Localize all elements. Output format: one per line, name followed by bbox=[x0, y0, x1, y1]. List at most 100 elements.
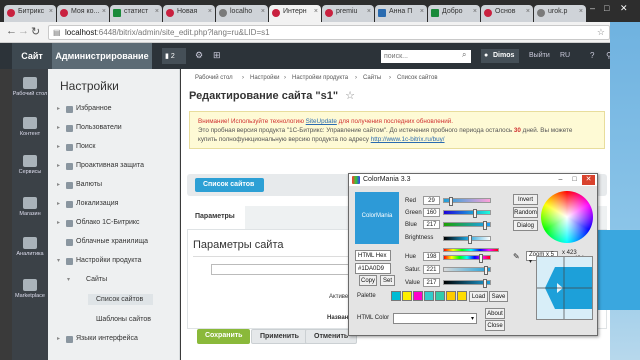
window-close-icon[interactable]: ✕ bbox=[620, 3, 628, 14]
settings-menu-item[interactable]: ▸ Облако 1С-Битрикс bbox=[57, 219, 140, 227]
tab-close-icon[interactable]: × bbox=[579, 8, 583, 15]
bookmark-star-icon[interactable]: ☆ bbox=[597, 27, 605, 38]
expand-arrow-icon[interactable]: ▾ bbox=[57, 257, 60, 264]
breadcrumb-item[interactable]: Настройки bbox=[250, 75, 279, 81]
admin-search-input[interactable] bbox=[381, 50, 471, 63]
hex-input[interactable]: #1DA0D9 bbox=[355, 263, 391, 274]
main-menu-item[interactable]: Сервисы bbox=[12, 155, 48, 175]
palette-swatch[interactable] bbox=[424, 291, 434, 301]
settings-menu-item[interactable]: Список сайтов bbox=[88, 294, 154, 305]
palette-swatch[interactable] bbox=[446, 291, 456, 301]
settings-menu-item[interactable]: ▸ Поиск bbox=[57, 143, 95, 151]
browser-tab[interactable]: Моя ко... × bbox=[57, 5, 109, 22]
reload-icon[interactable]: ↻ bbox=[31, 25, 40, 38]
main-menu-item[interactable]: Магазин bbox=[12, 197, 48, 217]
browser-tab[interactable]: статист × bbox=[110, 5, 162, 22]
set-button[interactable]: Set bbox=[380, 275, 395, 286]
random-button[interactable]: Random bbox=[513, 207, 538, 218]
hue-slider[interactable] bbox=[443, 254, 491, 263]
tab-close-icon[interactable]: × bbox=[526, 8, 530, 15]
breadcrumb-item[interactable]: Настройки продукта bbox=[292, 75, 348, 81]
browser-tab[interactable]: urok.p × bbox=[534, 5, 586, 22]
user-button[interactable]: ● Dimos bbox=[481, 49, 520, 63]
tab-close-icon[interactable]: × bbox=[367, 8, 371, 15]
settings-menu-item[interactable]: Шаблоны сайтов bbox=[88, 316, 151, 323]
url-input[interactable]: ▤ localhost:6448/bitrix/admin/site_edit.… bbox=[48, 25, 610, 40]
back-icon[interactable]: ← bbox=[6, 25, 17, 37]
value-slider[interactable] bbox=[443, 279, 491, 288]
palette-swatch[interactable] bbox=[402, 291, 412, 301]
breadcrumb-item[interactable]: Сайты bbox=[363, 75, 381, 81]
cm-minimize-icon[interactable]: – bbox=[554, 175, 567, 185]
red-value-input[interactable]: 29 bbox=[423, 196, 440, 205]
site-id-field[interactable] bbox=[211, 264, 351, 275]
color-wheel[interactable] bbox=[541, 191, 593, 243]
tab-close-icon[interactable]: × bbox=[314, 8, 318, 15]
apply-button[interactable]: Применить bbox=[251, 329, 308, 344]
gear-icon[interactable]: ⚙ bbox=[195, 50, 203, 61]
browser-tab[interactable]: Добро × bbox=[428, 5, 480, 22]
hue-value-input[interactable]: 198 bbox=[423, 252, 440, 261]
tab-close-icon[interactable]: × bbox=[155, 8, 159, 15]
about-button[interactable]: About bbox=[485, 308, 505, 319]
settings-menu-item[interactable]: ▸ Локализация bbox=[57, 200, 118, 208]
sites-list-button[interactable]: Список сайтов bbox=[195, 178, 265, 192]
search-icon[interactable]: ⌕ bbox=[462, 50, 466, 60]
expand-arrow-icon[interactable]: ▸ bbox=[57, 124, 60, 131]
green-value-input[interactable]: 160 bbox=[423, 208, 440, 217]
main-menu-item[interactable]: Контент bbox=[12, 117, 48, 137]
breadcrumb-item[interactable]: Список сайтов bbox=[397, 75, 438, 81]
html-color-select[interactable]: ▾ bbox=[393, 313, 477, 324]
browser-tab[interactable]: Интерн × bbox=[269, 5, 321, 22]
hue-rainbow-bar[interactable] bbox=[443, 248, 499, 252]
saturation-value-input[interactable]: 221 bbox=[423, 265, 440, 274]
maximize-icon[interactable]: □ bbox=[604, 3, 609, 13]
expand-arrow-icon[interactable]: ▸ bbox=[57, 181, 60, 188]
blue-value-input[interactable]: 217 bbox=[423, 220, 440, 229]
blue-slider[interactable] bbox=[443, 221, 491, 230]
browser-tab[interactable]: Битрикс × bbox=[4, 5, 56, 22]
settings-menu-item[interactable]: ▸ Избранное bbox=[57, 105, 111, 113]
dialog-button[interactable]: Dialog bbox=[513, 220, 538, 231]
main-menu-item[interactable]: Marketplace bbox=[12, 279, 48, 299]
invert-button[interactable]: Invert bbox=[513, 194, 538, 205]
language-select[interactable]: RU bbox=[560, 52, 570, 59]
eyedropper-icon[interactable]: ✎ bbox=[513, 252, 520, 261]
palette-load-button[interactable]: Load bbox=[469, 291, 488, 302]
tab-close-icon[interactable]: × bbox=[102, 8, 106, 15]
favorite-star-icon[interactable]: ☆ bbox=[345, 90, 355, 102]
palette-swatch[interactable] bbox=[391, 291, 401, 301]
main-menu-item[interactable]: Рабочий стол bbox=[12, 77, 48, 97]
settings-menu-item[interactable]: ▸ Пользователи bbox=[57, 124, 122, 132]
red-slider[interactable] bbox=[443, 197, 491, 206]
logout-link[interactable]: Выйти bbox=[529, 52, 550, 59]
settings-menu-item[interactable]: ▾ Сайты bbox=[67, 276, 107, 283]
cm-maximize-icon[interactable]: □ bbox=[568, 175, 581, 185]
site-mode-button[interactable]: Сайт bbox=[12, 43, 52, 69]
expand-arrow-icon[interactable]: ▸ bbox=[57, 143, 60, 150]
palette-swatch[interactable] bbox=[413, 291, 423, 301]
help-icon[interactable]: ? bbox=[590, 51, 594, 60]
expand-arrow-icon[interactable]: ▸ bbox=[57, 219, 60, 226]
settings-menu-item[interactable]: ▾ Настройки продукта bbox=[57, 257, 141, 265]
palette-swatch[interactable] bbox=[435, 291, 445, 301]
siteupdate-link[interactable]: SiteUpdate bbox=[306, 118, 337, 125]
cm-close-icon[interactable]: ✕ bbox=[582, 175, 595, 185]
green-slider[interactable] bbox=[443, 209, 491, 218]
palette-swatch[interactable] bbox=[457, 291, 467, 301]
settings-menu-item[interactable]: ▸ Языки интерфейса bbox=[57, 335, 138, 343]
browser-tab[interactable]: Основ × bbox=[481, 5, 533, 22]
expand-arrow-icon[interactable]: ▸ bbox=[57, 105, 60, 112]
format-select[interactable]: HTML Hex ▾ bbox=[355, 250, 391, 269]
saturation-slider[interactable] bbox=[443, 266, 491, 275]
expand-arrow-icon[interactable]: ▾ bbox=[67, 276, 70, 283]
settings-menu-item[interactable]: Облачные хранилища bbox=[66, 238, 148, 246]
browser-tab[interactable]: localho × bbox=[216, 5, 268, 22]
tab-close-icon[interactable]: × bbox=[473, 8, 477, 15]
buy-link[interactable]: http://www.1c-bitrix.ru/buy/ bbox=[371, 136, 445, 143]
forward-icon[interactable]: → bbox=[18, 25, 29, 37]
expand-arrow-icon[interactable]: ▸ bbox=[57, 200, 60, 207]
browser-tab[interactable]: Новая × bbox=[163, 5, 215, 22]
tab-parameters[interactable]: Параметры bbox=[187, 206, 245, 229]
copy-button[interactable]: Copy bbox=[359, 275, 377, 286]
